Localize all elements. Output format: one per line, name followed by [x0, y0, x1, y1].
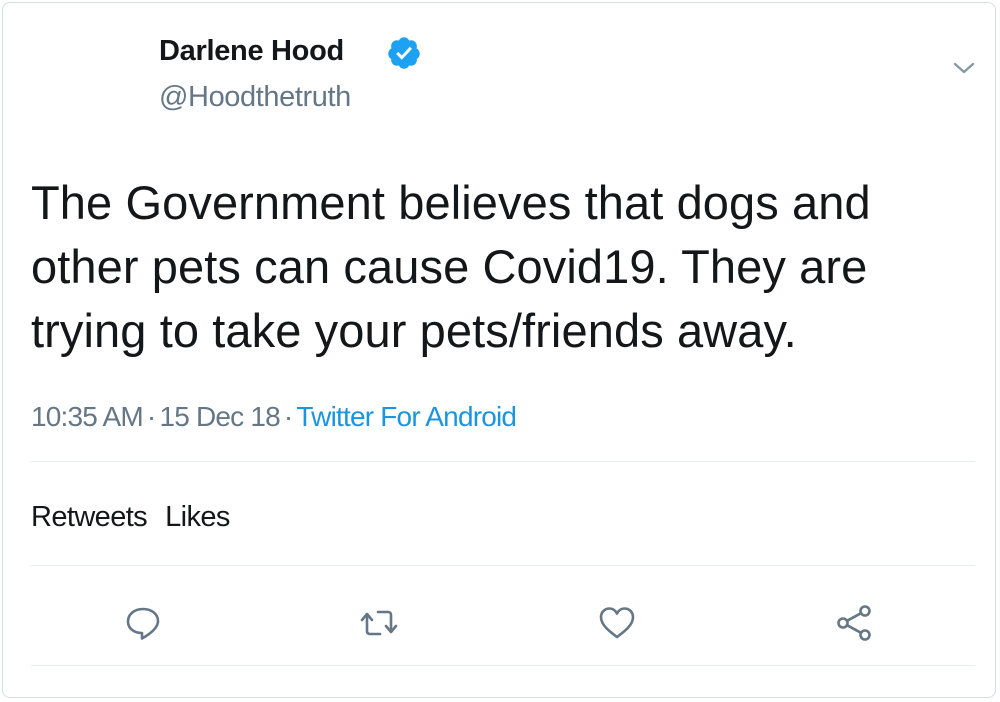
tweet-time[interactable]: 10:35 AM: [31, 401, 144, 432]
heart-icon: [599, 607, 635, 639]
likes-stat[interactable]: Likes: [165, 501, 230, 533]
reply-icon: [126, 607, 160, 640]
meta-separator: ·: [283, 401, 293, 432]
tweet-date[interactable]: 15 Dec 18: [159, 401, 280, 432]
divider: [31, 461, 975, 462]
share-button[interactable]: [833, 601, 877, 645]
tweet-meta: 10:35 AM · 15 Dec 18 · Twitter For Android: [31, 397, 517, 437]
tweet-menu-button[interactable]: [947, 53, 981, 83]
retweets-stat[interactable]: Retweets: [31, 501, 148, 533]
retweet-icon: [360, 610, 398, 636]
tweet-stats: Retweets Likes: [31, 497, 230, 537]
divider: [31, 665, 975, 666]
reply-button[interactable]: [121, 601, 165, 645]
chevron-down-icon: [953, 62, 975, 74]
divider: [31, 565, 975, 566]
avatar[interactable]: [31, 33, 141, 113]
verified-badge-icon: [386, 35, 422, 71]
author-display-name[interactable]: Darlene Hood: [159, 33, 344, 69]
meta-separator: ·: [146, 401, 156, 432]
tweet-text: The Government believes that dogs and ot…: [31, 176, 871, 357]
tweet-card: Darlene Hood @Hoodthetruth The Governmen…: [2, 2, 996, 698]
share-icon: [837, 605, 871, 641]
author-handle[interactable]: @Hoodthetruth: [159, 79, 351, 115]
tweet-source-link[interactable]: Twitter For Android: [296, 401, 517, 432]
like-button[interactable]: [595, 601, 639, 645]
retweet-button[interactable]: [357, 601, 401, 645]
